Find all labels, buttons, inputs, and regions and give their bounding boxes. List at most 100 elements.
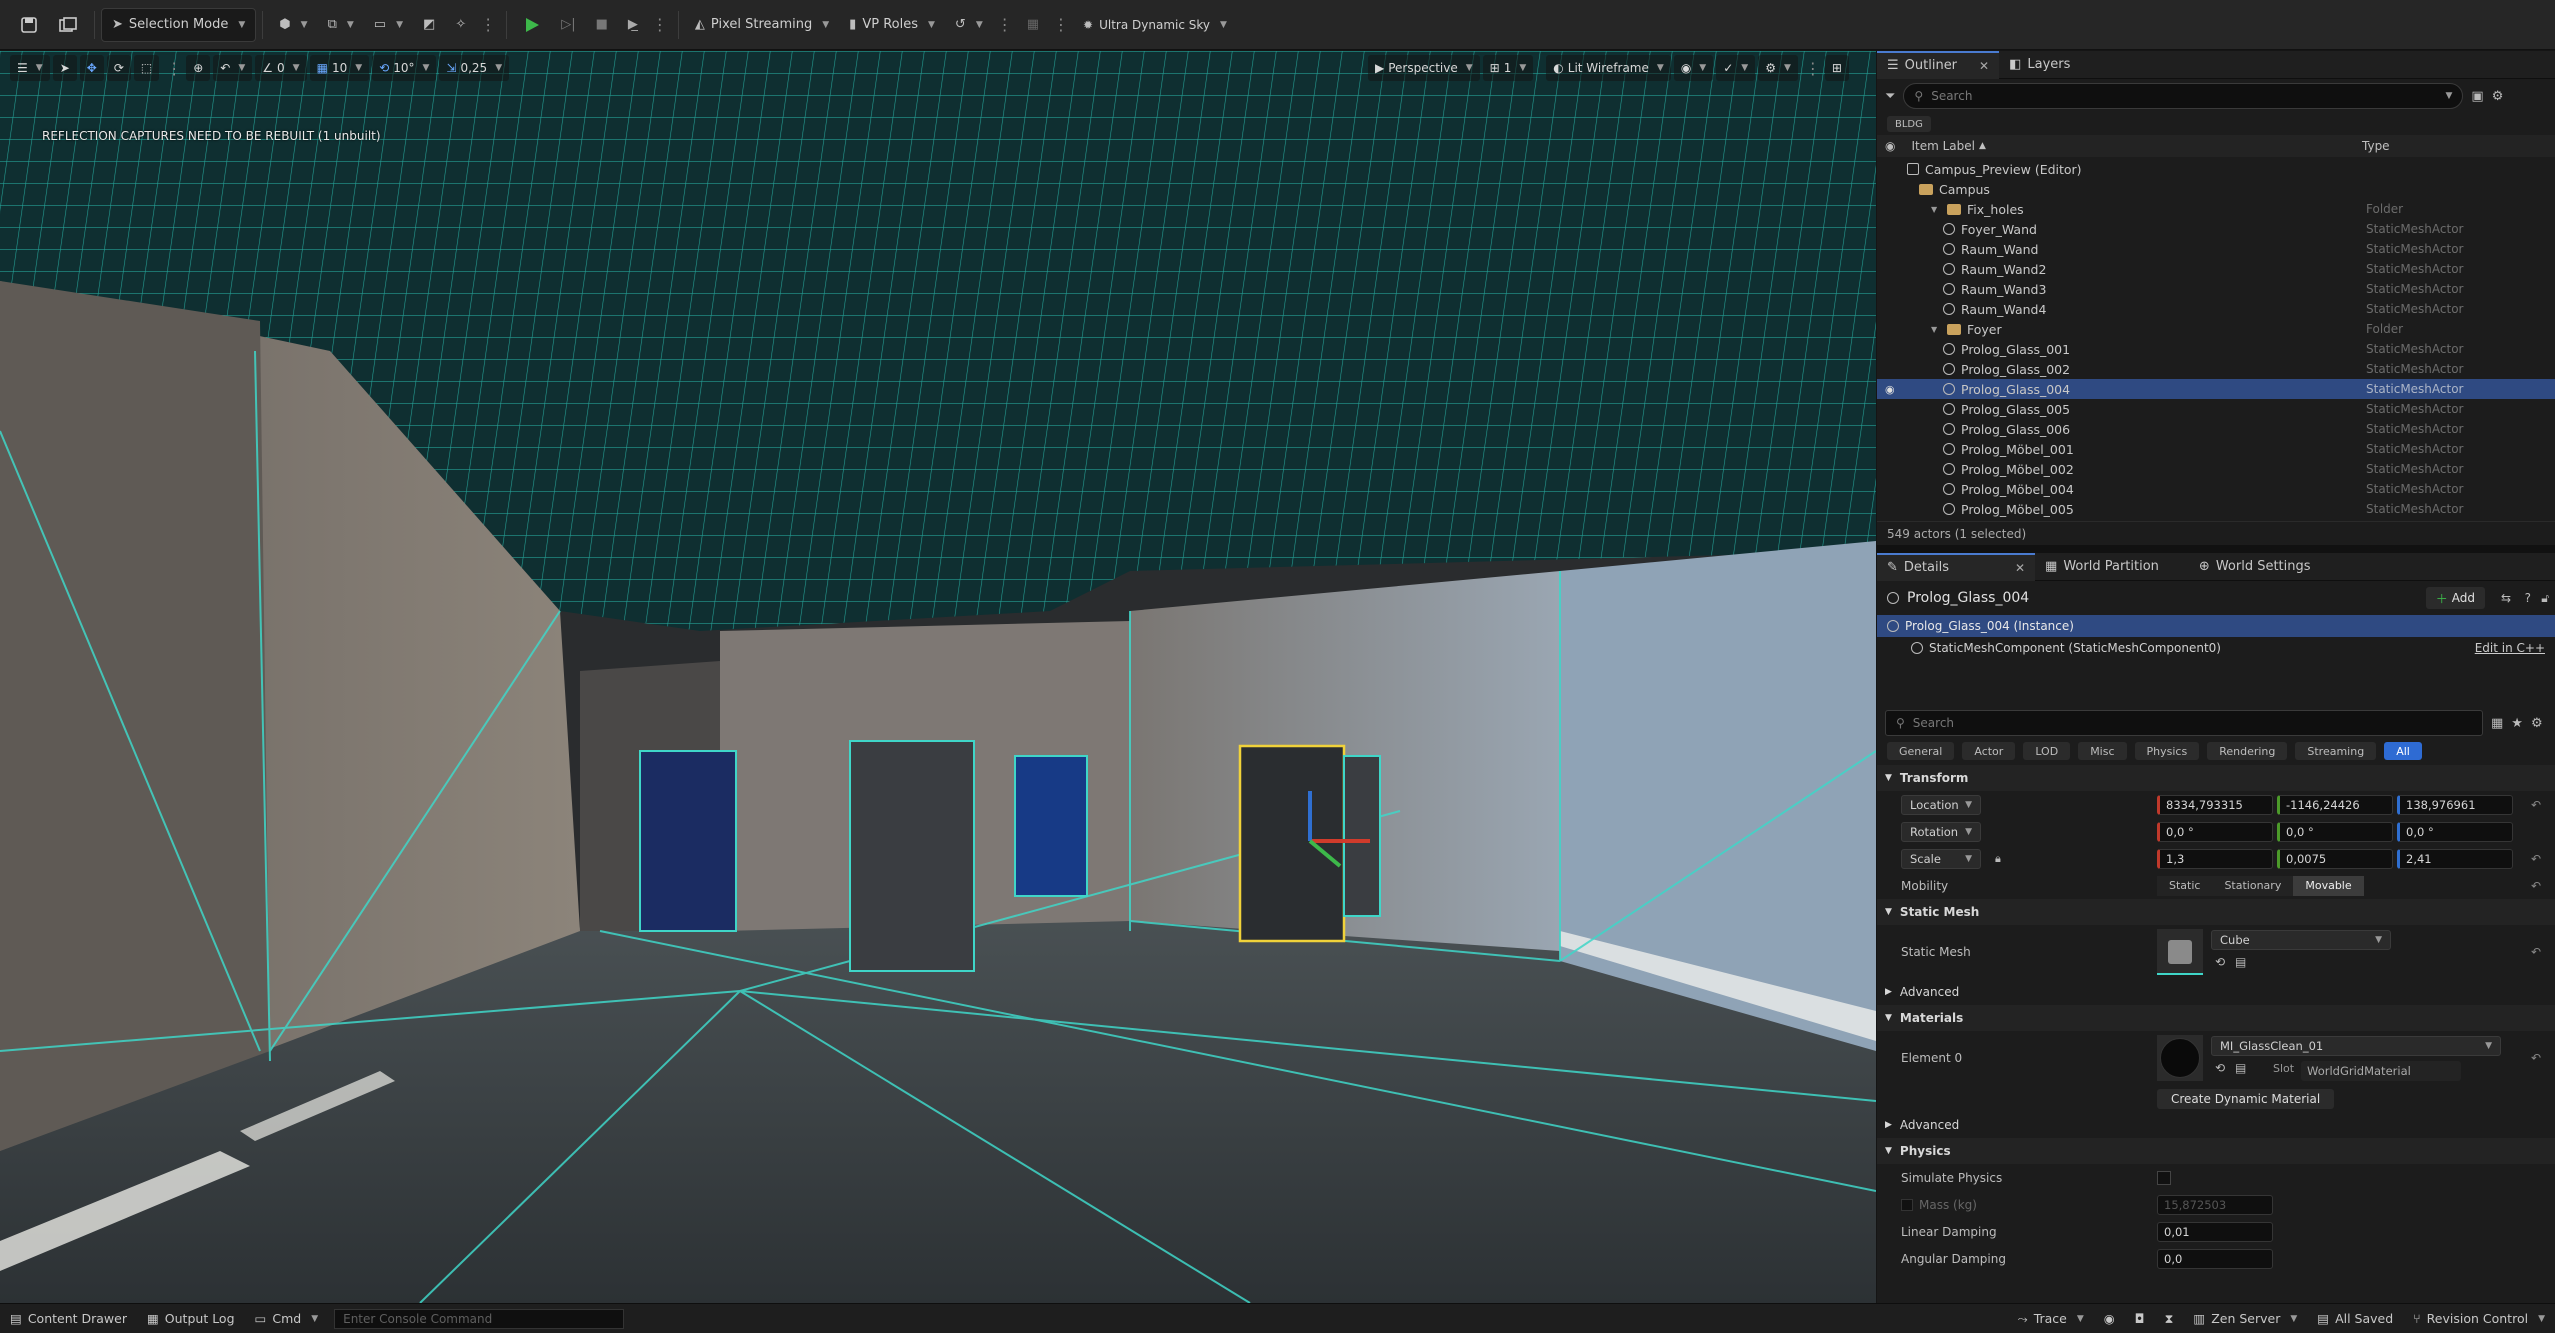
rotation-snap-button[interactable]: ⟲ 10° ▼ (372, 55, 437, 81)
reset-icon[interactable]: ↶ (2531, 945, 2541, 959)
record-button[interactable]: ◉ (2094, 1304, 2125, 1333)
pixel-streaming-button[interactable]: ◭ Pixel Streaming ▼ (685, 8, 839, 42)
grid-snap-button[interactable]: ▦ 10 ▼ (309, 55, 370, 81)
level-viewport[interactable]: ☰ ▼ ➤ ✥ ⟳ ⬚ ⋮ ⊕ ↶ ▼ ∠ 0 ▼ ▦ 10 ▼ ⟲ 10° ▼ ⇲ 0,25 ▼ … (0, 51, 1876, 1303)
filter-general[interactable]: General (1887, 742, 1955, 760)
view-mode-button[interactable]: ◐ Lit Wireframe ▼ (1546, 55, 1671, 81)
close-icon[interactable]: ✕ (2015, 561, 2025, 575)
table-view-icon[interactable]: ▦ (2491, 716, 2503, 731)
outliner-row[interactable]: Raum_Wand4 StaticMeshActor (1877, 299, 2555, 319)
outliner-row[interactable]: Prolog_Glass_002 StaticMeshActor (1877, 359, 2555, 379)
rotation-dropdown[interactable]: Rotation ▼ (1901, 821, 1981, 842)
rotation-z-field[interactable]: 0,0 ° (2397, 821, 2513, 842)
col-type[interactable]: Type (2362, 139, 2390, 153)
location-x-field[interactable]: 8334,793315 (2157, 794, 2273, 815)
component-instance-row[interactable]: Prolog_Glass_004 (Instance) (1877, 615, 2555, 637)
output-log-button[interactable]: ▦ Output Log (137, 1304, 245, 1333)
folder-icon[interactable]: ▤ (2235, 1061, 2246, 1075)
mobility-movable[interactable]: Movable (2293, 875, 2364, 896)
eye-icon[interactable]: ◉ (1885, 139, 1895, 153)
create-dynamic-material-button[interactable]: Create Dynamic Material (2157, 1088, 2335, 1109)
mesh-thumbnail[interactable] (2157, 929, 2203, 975)
help-icon[interactable]: ? (2525, 591, 2531, 605)
tab-layers[interactable]: ◧ Layers (1999, 51, 2080, 79)
outliner-row[interactable]: Prolog_Möbel_005 StaticMeshActor (1877, 499, 2555, 519)
actor-name[interactable]: Prolog_Glass_004 (1907, 590, 2029, 606)
tab-world-partition[interactable]: ▦ World Partition (2035, 553, 2169, 581)
scale-y-field[interactable]: 0,0075 (2277, 848, 2393, 869)
outliner-row[interactable]: Foyer_Wand StaticMeshActor (1877, 219, 2555, 239)
tab-world-settings[interactable]: ⊕ World Settings (2189, 553, 2321, 581)
tab-details[interactable]: ✎ Details ✕ (1877, 552, 2036, 581)
scale-snap-button[interactable]: ⇲ 0,25 ▼ (439, 55, 510, 81)
trace-button[interactable]: ⤳ Trace ▼ (2008, 1304, 2094, 1333)
more-options-icon[interactable]: ⋮ (1801, 59, 1825, 78)
slot-value[interactable]: WorldGridMaterial (2301, 1061, 2461, 1081)
outliner-row[interactable]: Raum_Wand2 StaticMeshActor (1877, 259, 2555, 279)
performance-button[interactable]: ✓ ▼ (1716, 55, 1756, 81)
camera-count-button[interactable]: ⊞ 1 ▼ (1482, 55, 1534, 81)
scale-dropdown[interactable]: Scale ▼ (1901, 848, 1981, 869)
rotation-x-field[interactable]: 0,0 ° (2157, 821, 2273, 842)
layout-button[interactable]: ⊞ (1824, 55, 1849, 81)
mobility-static[interactable]: Static (2157, 875, 2213, 896)
reset-icon[interactable]: ↶ (2531, 1051, 2541, 1065)
browse-icon[interactable]: ⟲ (2215, 1061, 2225, 1075)
location-y-field[interactable]: -1146,24426 (2277, 794, 2393, 815)
filter-all[interactable]: All (2384, 742, 2422, 760)
reset-icon[interactable]: ↶ (2531, 798, 2541, 812)
folder-icon[interactable]: ▤ (2235, 955, 2246, 969)
filter-rendering[interactable]: Rendering (2207, 742, 2288, 760)
derived-data-button[interactable]: ⧗ (2155, 1304, 2184, 1333)
content-browser-icon[interactable] (48, 8, 88, 42)
outliner-row[interactable]: Prolog_Möbel_004 StaticMeshActor (1877, 479, 2555, 499)
mass-override-checkbox[interactable] (1901, 1198, 1913, 1211)
outliner-row[interactable]: Raum_Wand3 StaticMeshActor (1877, 279, 2555, 299)
static-mesh-dropdown[interactable]: Cube ▼ (2211, 930, 2391, 950)
sky-button[interactable]: ✹ Ultra Dynamic Sky ▼ (1073, 8, 1237, 42)
filter-lod[interactable]: LOD (2023, 742, 2071, 760)
outliner-row[interactable]: ◉ Prolog_Glass_004 StaticMeshActor (1877, 379, 2555, 399)
blueprint-convert-icon[interactable]: ⇆ (2501, 591, 2511, 605)
settings-button[interactable]: ⚙ ▼ (1758, 55, 1798, 81)
browse-icon[interactable]: ⟲ (2215, 955, 2225, 969)
add-actor-button[interactable]: ⬢ ▼ (269, 8, 317, 42)
eject-button[interactable]: ▶̲ (618, 8, 648, 42)
filter-icon[interactable]: ⏷ (1885, 89, 1895, 104)
outliner-row[interactable]: Prolog_Glass_001 StaticMeshActor (1877, 339, 2555, 359)
vp-roles-button[interactable]: ▮ VP Roles ▼ (839, 8, 945, 42)
chevron-down-icon[interactable]: ▼ (1931, 325, 1941, 334)
static-mesh-section-header[interactable]: ▼ Static Mesh (1877, 899, 2555, 925)
simulate-physics-checkbox[interactable] (2157, 1170, 2171, 1185)
all-saved-button[interactable]: ▤ All Saved (2307, 1304, 2403, 1333)
static-mesh-advanced[interactable]: ▶ Advanced (1877, 979, 2555, 1005)
location-z-field[interactable]: 138,976961 (2397, 794, 2513, 815)
more-options-icon[interactable]: ⋮ (648, 15, 672, 34)
scale-tool-button[interactable]: ⬚ (133, 55, 160, 81)
bldg-filter-chip[interactable]: BLDG (1887, 116, 1931, 132)
play-button[interactable] (513, 8, 551, 42)
outliner-row[interactable]: Campus_Preview (Editor) (1877, 159, 2555, 179)
more-options-icon[interactable]: ⋮ (476, 15, 500, 34)
stop-button[interactable]: ■ (586, 8, 618, 42)
linear-damping-field[interactable]: 0,01 (2157, 1221, 2273, 1242)
revision-button[interactable]: ↺ ▼ (945, 8, 993, 42)
transform-section-header[interactable]: ▼ Transform (1877, 765, 2555, 791)
tools-button[interactable]: ✧ (445, 8, 476, 42)
add-folder-icon[interactable]: ▣ (2471, 89, 2483, 104)
cinematics-button[interactable]: ▭ ▼ (364, 8, 413, 42)
outliner-row[interactable]: Campus (1877, 179, 2555, 199)
world-local-button[interactable]: ⊕ (186, 55, 211, 81)
rotate-tool-button[interactable]: ⟳ (106, 55, 131, 81)
rotation-y-field[interactable]: 0,0 ° (2277, 821, 2393, 842)
modes-button[interactable]: ◩ (413, 8, 445, 42)
col-item-label[interactable]: Item Label (1911, 139, 1975, 153)
screenshot-button[interactable]: ◘ (2125, 1304, 2155, 1333)
gear-icon[interactable]: ⚙ (2531, 716, 2543, 731)
filter-streaming[interactable]: Streaming (2295, 742, 2377, 760)
material-dropdown[interactable]: MI_GlassClean_01 ▼ (2211, 1036, 2501, 1056)
show-button[interactable]: ◉ ▼ (1673, 55, 1714, 81)
selection-mode-button[interactable]: ➤ Selection Mode ▼ (101, 7, 257, 42)
favorite-star-icon[interactable]: ★ (2511, 716, 2523, 731)
material-thumbnail[interactable] (2157, 1035, 2203, 1081)
